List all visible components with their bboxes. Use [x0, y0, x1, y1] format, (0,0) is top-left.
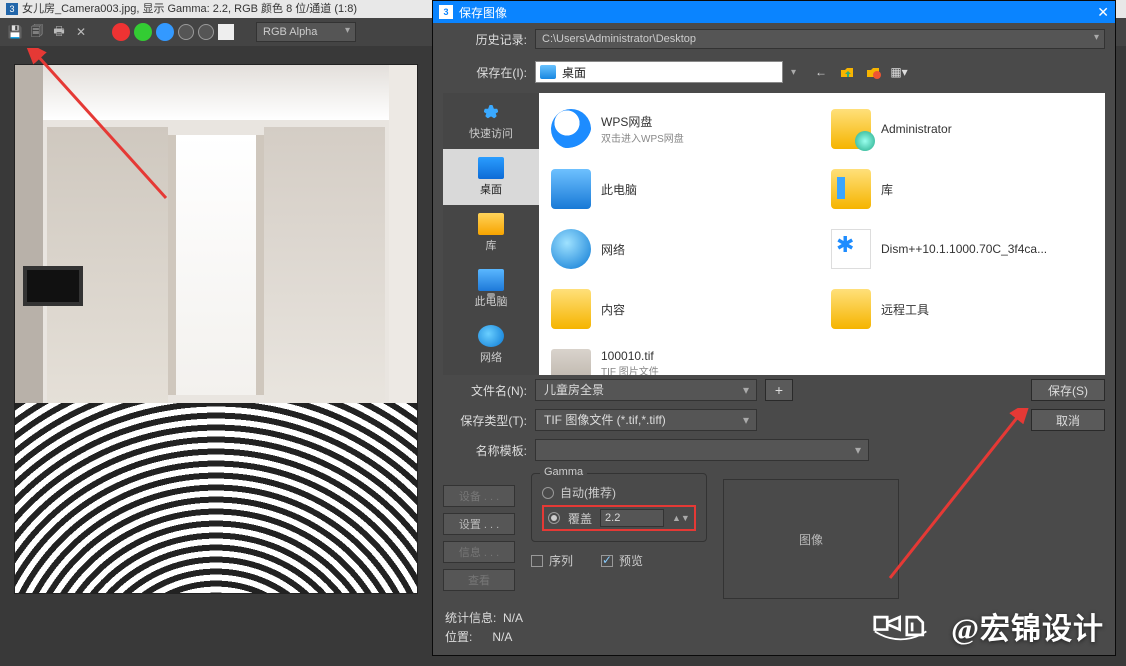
info-button[interactable]: 信息 . . .: [443, 541, 515, 563]
file-wps[interactable]: WPS网盘双击进入WPS网盘: [543, 101, 821, 157]
channel-red-icon[interactable]: [112, 23, 130, 41]
preview-checkbox[interactable]: 预览: [601, 552, 643, 569]
place-pc[interactable]: 此电脑: [443, 261, 539, 317]
filename-label: 文件名(N):: [443, 382, 527, 399]
view-mode-icon[interactable]: ▦▾: [890, 63, 908, 81]
file-remote[interactable]: 远程工具: [823, 281, 1101, 337]
display-mode-select[interactable]: RGB Alpha: [256, 22, 356, 42]
file-content[interactable]: 内容: [543, 281, 821, 337]
gamma-group: Gamma 自动(推荐) 覆盖 ▲▼: [531, 473, 707, 542]
place-quick[interactable]: 快速访问: [443, 93, 539, 149]
up-icon[interactable]: [838, 63, 856, 81]
stats-value: N/A: [503, 611, 523, 625]
file-list[interactable]: WPS网盘双击进入WPS网盘 Administrator 此电脑 库 网络 Di…: [539, 93, 1105, 375]
gamma-auto-radio[interactable]: 自动(推荐): [542, 484, 696, 501]
copy-icon[interactable]: 🗐: [28, 23, 46, 41]
setup-button[interactable]: 设置 . . .: [443, 513, 515, 535]
swatch-icon[interactable]: [218, 24, 234, 40]
title-text: 女儿房_Camera003.jpg, 显示 Gamma: 2.2, RGB 颜色…: [22, 0, 357, 18]
savein-label: 保存在(I):: [443, 64, 527, 81]
channel-mono-icon[interactable]: [198, 24, 214, 40]
save-image-dialog: 3 保存图像 ✕ 历史记录: C:\Users\Administrator\De…: [432, 0, 1116, 656]
plus-button[interactable]: +: [765, 379, 793, 401]
gamma-override-label: 覆盖: [568, 510, 592, 527]
place-library[interactable]: 库: [443, 205, 539, 261]
view-button[interactable]: 查看: [443, 569, 515, 591]
gamma-override-radio[interactable]: [548, 512, 560, 524]
save-icon[interactable]: 💾: [6, 23, 24, 41]
device-button[interactable]: 设备 . . .: [443, 485, 515, 507]
print-icon[interactable]: 🖶: [50, 23, 68, 41]
render-preview: [14, 64, 418, 594]
gamma-override-row[interactable]: 覆盖 ▲▼: [542, 505, 696, 531]
file-lib[interactable]: 库: [823, 161, 1101, 217]
nametpl-label: 名称模板:: [443, 442, 527, 459]
nametpl-select[interactable]: [535, 439, 869, 461]
pos-value: N/A: [492, 630, 512, 644]
file-dism[interactable]: Dism++10.1.1000.70C_3f4ca...: [823, 221, 1101, 277]
savein-field[interactable]: 桌面: [535, 61, 783, 83]
file-tif[interactable]: 100010.tifTIF 图片文件91.5 MB: [543, 341, 821, 375]
image-preview-box: 图像: [723, 479, 899, 599]
savein-value: 桌面: [562, 64, 586, 81]
history-select[interactable]: C:\Users\Administrator\Desktop: [535, 29, 1105, 49]
back-icon[interactable]: ←: [812, 63, 830, 81]
dialog-titlebar[interactable]: 3 保存图像 ✕: [433, 1, 1115, 23]
desktop-icon: [540, 65, 556, 79]
history-label: 历史记录:: [443, 31, 527, 48]
pos-label: 位置:: [445, 630, 472, 644]
filetype-label: 保存类型(T):: [443, 412, 527, 429]
place-network[interactable]: 网络: [443, 317, 539, 373]
place-desktop[interactable]: 桌面: [443, 149, 539, 205]
channel-alpha-icon[interactable]: [178, 24, 194, 40]
watermark: @宏锦设计: [869, 604, 1104, 648]
gamma-value-input[interactable]: [600, 509, 664, 527]
filetype-select[interactable]: TIF 图像文件 (*.tif,*.tiff): [535, 409, 757, 431]
filename-input[interactable]: 儿童房全景: [535, 379, 757, 401]
cancel-button[interactable]: 取消: [1031, 409, 1105, 431]
dialog-close-icon[interactable]: ✕: [1097, 4, 1109, 21]
new-folder-icon[interactable]: [864, 63, 882, 81]
channel-green-icon[interactable]: [134, 23, 152, 41]
sequence-checkbox[interactable]: 序列: [531, 552, 573, 569]
places-sidebar: 快速访问 桌面 库 此电脑 网络: [443, 93, 539, 375]
file-admin[interactable]: Administrator: [823, 101, 1101, 157]
file-pc[interactable]: 此电脑: [543, 161, 821, 217]
dialog-title-text: 保存图像: [459, 4, 507, 21]
gamma-legend: Gamma: [540, 466, 587, 478]
channel-blue-icon[interactable]: [156, 23, 174, 41]
save-button[interactable]: 保存(S): [1031, 379, 1105, 401]
close-icon[interactable]: ✕: [72, 23, 90, 41]
file-net[interactable]: 网络: [543, 221, 821, 277]
stats-label: 统计信息:: [445, 611, 496, 625]
